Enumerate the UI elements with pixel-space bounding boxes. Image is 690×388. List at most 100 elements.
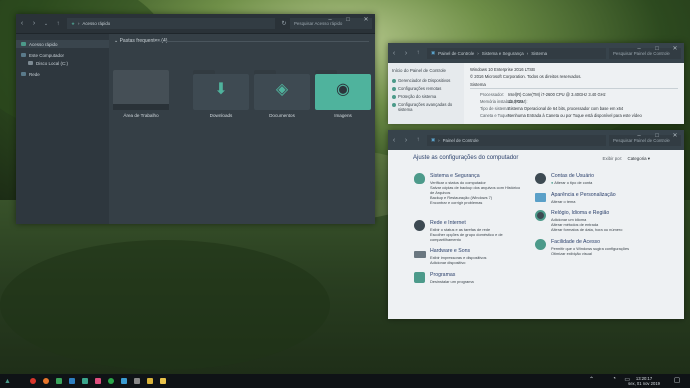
folder-desktop[interactable]: Área de Trabalho: [111, 70, 171, 118]
info-row: Caneta e Toque: Nenhuma Entrada à Caneta …: [470, 113, 678, 118]
forward-icon[interactable]: ›: [400, 47, 412, 59]
up-arrow-icon[interactable]: ↑: [412, 134, 424, 146]
palette-icon: [535, 192, 547, 204]
back-icon[interactable]: ‹: [16, 18, 28, 30]
close-icon[interactable]: ✕: [666, 130, 684, 141]
address-bar[interactable]: ▣ Painel de Controle › Sistema e Seguran…: [427, 47, 606, 59]
info-key: Caneta e Toque:: [480, 113, 510, 118]
category-appearance: Aparência e Personalização Alterar o tem…: [535, 192, 616, 204]
forward-icon[interactable]: ›: [28, 18, 40, 30]
refresh-icon[interactable]: ↻: [278, 18, 290, 30]
files-icon[interactable]: [144, 376, 155, 387]
breadcrumb-item[interactable]: Sistema e Segurança: [482, 51, 524, 56]
address-bar[interactable]: ▣ › Painel de Controle: [427, 134, 606, 146]
info-value: Nenhuma Entrada à Caneta ou por Toque es…: [508, 113, 642, 118]
store-icon[interactable]: [53, 376, 64, 387]
task-link[interactable]: ● Alterar o tipo de conta: [551, 180, 594, 185]
category-ease-of-access: Facilidade de Acesso Permitir que o Wind…: [535, 239, 629, 256]
forward-icon[interactable]: ›: [400, 134, 412, 146]
up-arrow-icon[interactable]: ↑: [412, 47, 424, 59]
sidebar-item-remote-settings[interactable]: Configurações remotas: [388, 86, 464, 91]
nav-item-local-disk[interactable]: Disco Local (C:): [16, 59, 109, 67]
category-clock-region: Relógio, Idioma e Região Adicionar um id…: [535, 210, 622, 232]
back-icon[interactable]: ‹: [388, 47, 400, 59]
nav-label: Acesso rápido: [29, 41, 58, 47]
sidebar-item-label: Configurações avançadas do sistema: [398, 102, 453, 112]
audition-icon[interactable]: [79, 376, 90, 387]
computer-icon: [21, 53, 26, 57]
control-panel-home-link[interactable]: Início do Painel de Controle: [388, 68, 464, 73]
documents-folder-icon: ◈: [254, 70, 310, 110]
category-system-security: Sistema e Segurança Verificar o status d…: [414, 173, 522, 205]
windows-edition: Windows 10 Enterprise 2016 LTSB: [470, 67, 535, 72]
view-by: Exibir por: Categoria ▾: [603, 156, 650, 162]
accessibility-icon: [535, 239, 547, 251]
sidebar-item-label: Proteção do sistema: [398, 94, 437, 99]
users-icon: [535, 173, 547, 185]
sidebar-item-device-manager[interactable]: Gerenciador de Dispositivos: [388, 78, 464, 83]
tray-chevron-icon[interactable]: ⌃: [589, 376, 594, 383]
maximize-icon[interactable]: □: [648, 130, 666, 141]
address-bar[interactable]: ★ › Acesso rápido: [67, 18, 275, 29]
file-explorer-window: ‹ › ⌄ ↑ ★ › Acesso rápido ↻ Pesquisar Ac…: [16, 14, 375, 224]
record-icon[interactable]: [27, 376, 38, 387]
firefox-icon[interactable]: [40, 376, 51, 387]
task-link[interactable]: Encontrar e corrigir problemas: [430, 200, 522, 205]
category-link[interactable]: Aparência e Personalização: [551, 192, 616, 198]
divider: [155, 41, 369, 42]
info-row: Tipo de sistema: Sistema Operacional de 6…: [470, 106, 678, 111]
breadcrumb-item[interactable]: Sistema: [531, 51, 547, 56]
task-link[interactable]: Desinstalar um programa: [430, 279, 474, 284]
minimize-icon[interactable]: –: [630, 130, 648, 141]
audio-icon[interactable]: [92, 376, 103, 387]
task-link[interactable]: Salvar cópias de backup dos arquivos com…: [430, 185, 522, 195]
category-link[interactable]: Hardware e Sons: [430, 248, 486, 254]
view-by-label: Exibir por:: [602, 156, 623, 161]
folder-downloads[interactable]: ⬇ Downloads: [191, 70, 251, 118]
sidebar-item-system-protection[interactable]: Proteção do sistema: [388, 94, 464, 99]
task-link[interactable]: Otimizar exibição visual: [551, 251, 629, 256]
start-icon[interactable]: ▲: [2, 376, 13, 387]
shield-icon: [414, 173, 426, 185]
up-arrow-icon[interactable]: ↑: [52, 18, 64, 30]
notifications-icon[interactable]: ▢: [672, 376, 682, 386]
category-link[interactable]: Facilidade de Acesso: [551, 239, 629, 245]
category-link[interactable]: Contas de Usuário: [551, 173, 594, 179]
category-link[interactable]: Relógio, Idioma e Região: [551, 210, 622, 216]
nav-item-quick-access[interactable]: Acesso rápido: [16, 40, 109, 48]
back-icon[interactable]: ‹: [388, 134, 400, 146]
volume-icon[interactable]: ◔: [612, 376, 616, 382]
minimize-icon[interactable]: –: [321, 14, 339, 25]
spotify-icon[interactable]: [105, 376, 116, 387]
nav-item-network[interactable]: Rede: [16, 70, 109, 78]
view-by-dropdown[interactable]: Categoria ▾: [628, 156, 650, 161]
category-link[interactable]: Rede e Internet: [430, 220, 530, 226]
category-link[interactable]: Sistema e Segurança: [430, 173, 522, 179]
close-icon[interactable]: ✕: [666, 43, 684, 54]
terminal-icon[interactable]: [131, 376, 142, 387]
system-clock[interactable]: 13:20:17 sex, 01 nov 2019: [628, 376, 660, 386]
chevron-down-icon[interactable]: ⌄: [40, 18, 52, 30]
nav-item-this-pc[interactable]: Este Computador: [16, 51, 109, 59]
close-icon[interactable]: ✕: [357, 14, 375, 25]
computer-icon: ▣: [431, 50, 436, 55]
folder-pictures[interactable]: ◉ Imagens: [313, 70, 373, 118]
task-link[interactable]: Adicionar dispositivo: [430, 260, 486, 265]
maximize-icon[interactable]: □: [648, 43, 666, 54]
photoshop-icon[interactable]: [66, 376, 77, 387]
breadcrumb-item[interactable]: Painel de Controle: [438, 51, 474, 56]
media-icon[interactable]: [118, 376, 129, 387]
nav-label: Este Computador: [29, 52, 65, 58]
shield-icon: [392, 78, 396, 83]
task-link[interactable]: Alterar o tema: [551, 199, 616, 204]
maximize-icon[interactable]: □: [339, 14, 357, 25]
shield-icon: [392, 94, 396, 99]
task-link[interactable]: Alterar formatos de data, hora ou número: [551, 227, 622, 232]
category-link[interactable]: Programas: [430, 272, 474, 278]
minimize-icon[interactable]: –: [630, 43, 648, 54]
explorer-icon[interactable]: [157, 376, 168, 387]
sidebar-item-advanced-settings[interactable]: Configurações avançadas do sistema: [388, 102, 464, 112]
task-link[interactable]: Escolher opções de grupo doméstico e de …: [430, 232, 530, 242]
folder-documents[interactable]: ◈ Documentos: [252, 70, 312, 118]
info-value: Sistema Operacional de 64 bits, processa…: [508, 106, 624, 111]
